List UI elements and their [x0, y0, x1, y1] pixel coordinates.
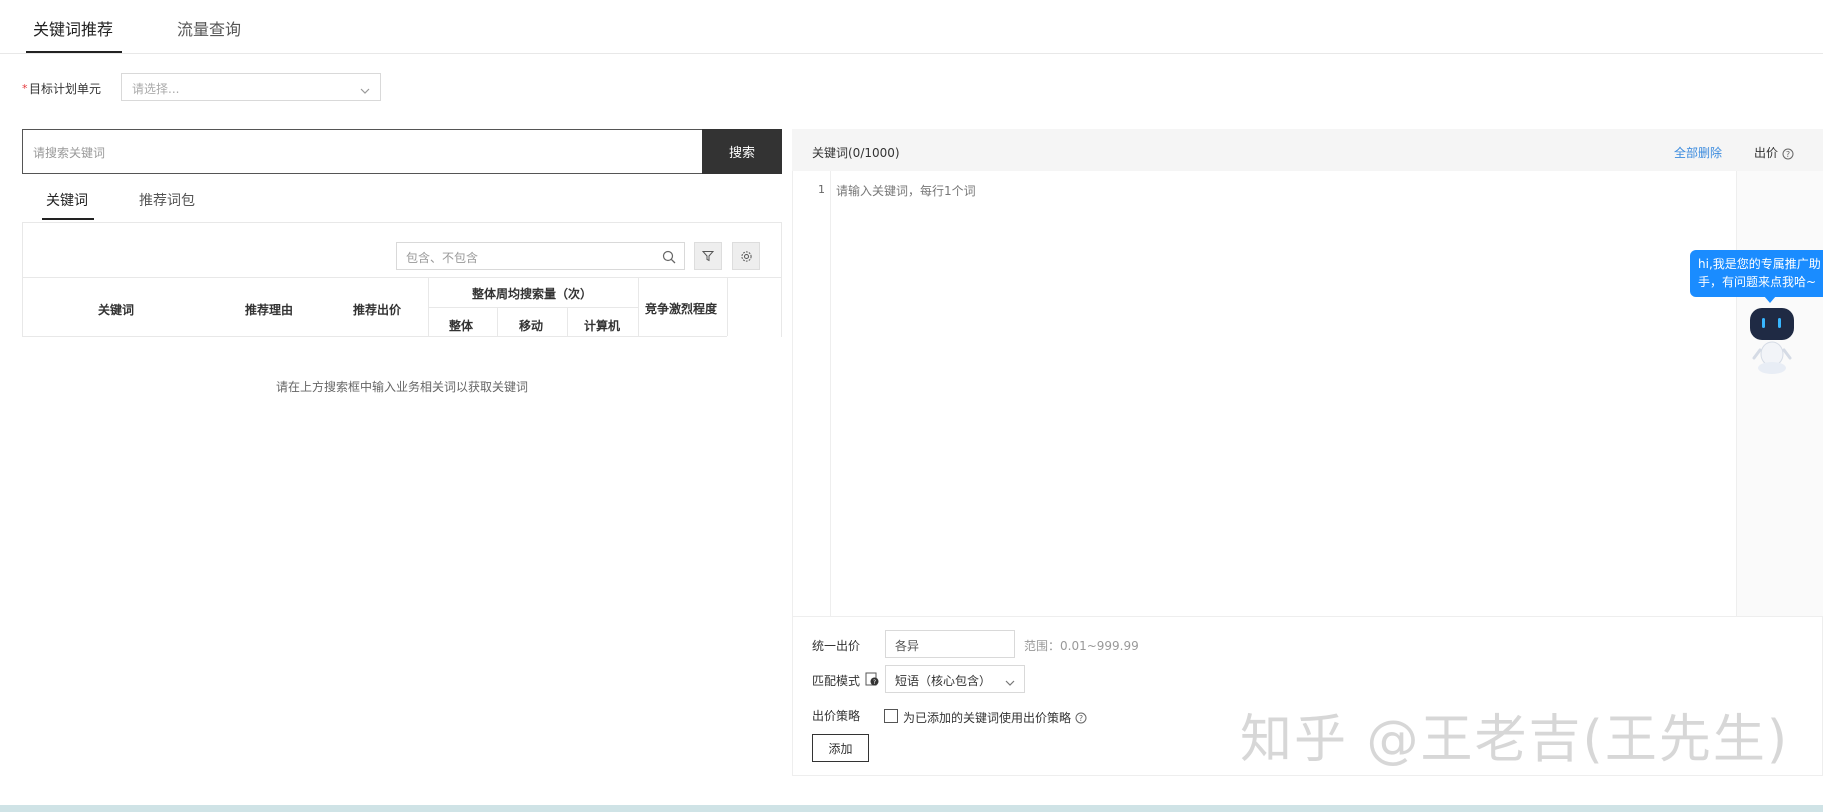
bubble-arrow — [1764, 296, 1776, 303]
col-header-weekly-search: 整体周均搜索量（次） — [472, 287, 593, 301]
strategy-help-icon[interactable]: ? — [1075, 709, 1087, 728]
keyword-textarea[interactable]: 请输入关键词，每行1个词 — [836, 182, 976, 199]
tab-traffic-query[interactable]: 流量查询 — [177, 16, 241, 40]
keyword-count-title: 关键词(0/1000) — [812, 146, 900, 160]
search-button[interactable]: 搜索 — [702, 129, 782, 174]
chevron-down-icon — [360, 81, 370, 100]
bid-range-hint: 范围：0.01~999.99 — [1024, 639, 1139, 653]
target-unit-label: 目标计划单元 — [29, 82, 102, 96]
filter-placeholder: 包含、不包含 — [406, 251, 479, 265]
required-mark: * — [22, 82, 28, 95]
editor-bottom-border — [793, 616, 1823, 617]
target-unit-placeholder: 请选择... — [132, 82, 180, 96]
assistant-bubble-line2: 手，有问题来点我哈~ — [1698, 275, 1817, 289]
help-icon[interactable]: ? — [1782, 145, 1794, 164]
col-header-computer: 计算机 — [584, 319, 621, 333]
bid-strategy-checkbox[interactable] — [884, 709, 898, 723]
keyword-search-placeholder: 请搜索关键词 — [33, 146, 106, 160]
match-mode-value: 短语（核心包含） — [895, 674, 992, 688]
editor-header — [792, 129, 1823, 171]
search-icon — [662, 249, 676, 268]
match-mode-label: 匹配模式 — [812, 674, 861, 688]
unified-bid-value: 各异 — [895, 639, 920, 653]
match-mode-help-icon[interactable]: ? — [865, 671, 879, 690]
empty-state-message: 请在上方搜索框中输入业务相关词以获取关键词 — [275, 380, 528, 394]
col-header-overall: 整体 — [449, 319, 474, 333]
active-tab-indicator — [26, 51, 122, 53]
svg-text:?: ? — [1786, 150, 1790, 159]
unified-bid-input[interactable]: 各异 — [885, 630, 1015, 658]
target-unit-select[interactable]: 请选择... — [121, 73, 381, 101]
table-col-divider — [638, 277, 639, 336]
tab-recommended-packages[interactable]: 推荐词包 — [139, 190, 195, 210]
add-button[interactable]: 添加 — [812, 734, 869, 762]
delete-all-link[interactable]: 全部删除 — [1674, 144, 1722, 161]
table-col-divider — [428, 277, 429, 336]
assistant-bubble[interactable]: hi,我是您的专属推广助 手，有问题来点我哈~ — [1690, 250, 1823, 297]
svg-text:?: ? — [1079, 714, 1083, 723]
filter-input[interactable]: 包含、不包含 — [396, 242, 685, 270]
filter-icon[interactable] — [694, 242, 722, 270]
bid-strategy-text: 为已添加的关键词使用出价策略 — [903, 711, 1072, 725]
match-mode-select[interactable]: 短语（核心包含） — [885, 665, 1025, 693]
assistant-robot-icon[interactable] — [1746, 306, 1798, 380]
keyword-table — [22, 222, 782, 337]
col-header-reason: 推荐理由 — [245, 303, 294, 317]
svg-text:?: ? — [873, 679, 876, 686]
table-col-divider — [727, 277, 728, 336]
bid-column-label: 出价 — [1754, 146, 1779, 160]
gear-icon[interactable] — [732, 242, 760, 270]
bottom-strip — [0, 805, 1823, 812]
sub-tab-indicator — [42, 218, 94, 220]
editor-gutter — [793, 171, 831, 616]
col-header-keyword: 关键词 — [98, 303, 135, 317]
col-header-competition: 竞争激烈程度 — [645, 302, 718, 316]
chevron-down-icon — [1005, 673, 1015, 692]
bid-column — [1736, 171, 1823, 616]
table-header-mid-border — [428, 307, 638, 308]
watermark: 知乎 @王老吉(王先生) — [1240, 710, 1790, 770]
assistant-bubble-line1: hi,我是您的专属推广助 — [1698, 257, 1821, 271]
unified-bid-label: 统一出价 — [812, 639, 861, 653]
keyword-search-input[interactable]: 请搜索关键词 — [22, 129, 782, 174]
top-tab-bar: 关键词推荐 流量查询 — [0, 0, 1823, 54]
col-header-bid: 推荐出价 — [353, 303, 402, 317]
table-header-bottom-border — [22, 336, 727, 337]
table-header-top-border — [22, 277, 782, 278]
table-col-divider — [497, 307, 498, 336]
line-number: 1 — [818, 183, 825, 196]
bid-strategy-label: 出价策略 — [812, 709, 861, 723]
table-col-divider — [567, 307, 568, 336]
col-header-mobile: 移动 — [519, 319, 544, 333]
tab-keyword-recommend[interactable]: 关键词推荐 — [33, 16, 113, 40]
tab-keywords[interactable]: 关键词 — [46, 190, 88, 210]
